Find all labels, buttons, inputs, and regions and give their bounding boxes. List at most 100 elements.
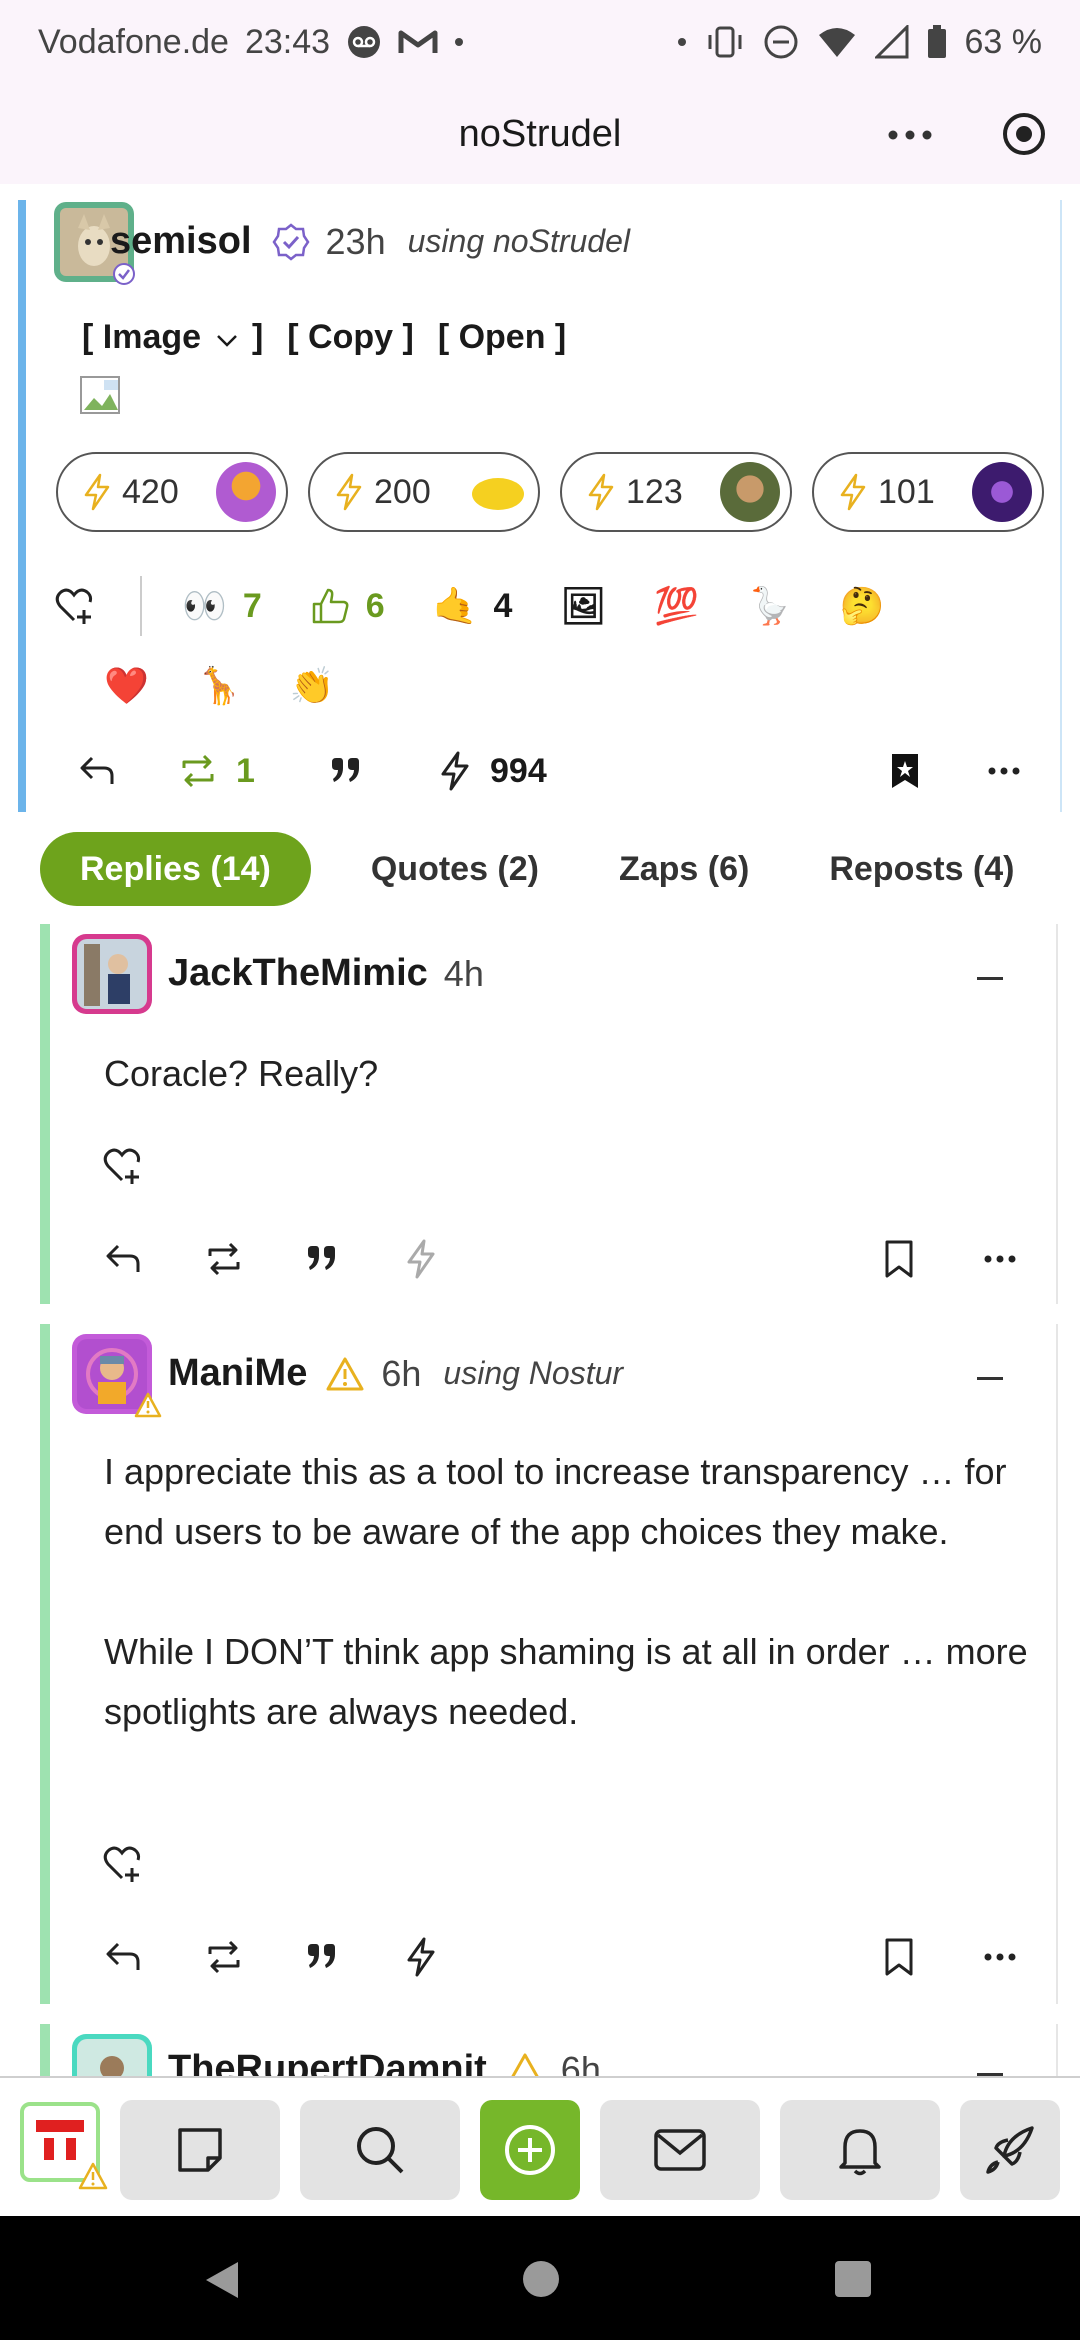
reaction-giraffe[interactable]: 🦒 [197,665,242,707]
reply-button[interactable] [104,1922,204,1992]
verified-badge-icon [112,262,136,286]
zap-pill[interactable]: 123 [560,452,792,532]
rocket-icon [986,2126,1034,2174]
reply-icon [106,1244,140,1272]
nav-new-post-button[interactable] [480,2100,580,2200]
back-triangle-icon [206,2262,238,2298]
heart-plus-icon [55,588,93,624]
zapper-avatar [468,462,528,522]
system-home-button[interactable] [522,2260,560,2303]
collapse-button[interactable] [970,2054,1010,2076]
reply-author-avatar[interactable] [72,934,152,1014]
reaction-clap[interactable]: 👏 [290,665,335,707]
carrier-label: Vodafone.de [38,22,229,61]
bookmark-button[interactable] [884,1922,984,1992]
home-circle-icon [523,2261,559,2297]
zap-pill[interactable]: 420 [56,452,288,532]
bell-icon [839,2129,881,2176]
repost-button[interactable] [204,1922,304,1992]
reply-author-name[interactable]: JackTheMimic [168,952,428,995]
reply-paragraph: I appreciate this as a tool to increase … [104,1451,1007,1552]
reaction-thinking[interactable]: 🤔 [840,585,885,627]
plus-circle-icon [505,2125,555,2175]
heart-plus-icon [103,1148,141,1184]
quote-button[interactable] [328,736,438,806]
heart-plus-icon [103,1846,141,1882]
more-menu-button[interactable] [880,110,940,160]
collapse-button[interactable] [970,1358,1010,1398]
reply-button[interactable] [104,1224,204,1294]
copy-link[interactable]: [ Copy ] [287,318,414,357]
lightning-icon [407,1937,435,1977]
tab-zaps[interactable]: Zaps (6) [579,832,789,906]
reply-button[interactable] [78,736,178,806]
quote-icon [308,1246,335,1270]
nav-search-button[interactable] [300,2100,460,2200]
post-more-button[interactable] [988,736,1068,806]
open-link[interactable]: [ Open ] [438,318,566,357]
broken-image-icon[interactable] [80,376,122,416]
image-dropdown-link[interactable]: [ Image ] [82,318,263,357]
reply-time[interactable]: 6h [381,1353,421,1395]
reply-more-button[interactable] [984,1224,1054,1294]
reaction-goose[interactable]: 🪿 [747,585,792,627]
more-horizontal-icon [988,767,1020,775]
nav-messages-button[interactable] [600,2100,760,2200]
bookmark-button[interactable] [884,1224,984,1294]
lightning-icon [407,1239,435,1279]
reply-header: JackTheMimic 4h [168,952,484,995]
tab-reposts[interactable]: Reposts (4) [789,832,1054,906]
voicemail-icon [346,24,382,60]
lightning-icon [84,473,110,511]
reply-time[interactable]: 6h [561,2049,601,2077]
repost-button[interactable] [204,1224,304,1294]
collapse-button[interactable] [970,958,1010,998]
reaction-call-me[interactable]: 🤙 4 [433,585,513,627]
zap-button[interactable] [404,1922,504,1992]
reaction-hundred[interactable]: 💯 [654,585,699,627]
repost-button[interactable]: 1 [178,736,328,806]
target-button[interactable] [994,104,1054,164]
tab-replies[interactable]: Replies (14) [40,832,311,906]
reply-author-avatar[interactable] [72,2034,152,2076]
bookmark-button[interactable] [888,736,988,806]
reply-author-name[interactable]: ManiMe [168,1352,307,1395]
post-header: semisol 23h using noStrudel [110,220,630,263]
bookmark-icon [885,1240,913,1278]
add-reaction-button[interactable] [54,586,116,626]
quote-button[interactable] [304,1922,404,1992]
reply-author-name[interactable]: TheRupertDamnit [168,2048,487,2076]
tab-quotes[interactable]: Quotes (2) [331,832,579,906]
lightning-icon [588,473,614,511]
post-time[interactable]: 23h [326,221,386,263]
reaction-heart[interactable]: ❤️ [104,665,149,707]
reply-more-button[interactable] [984,1922,1054,1992]
system-back-button[interactable] [204,2260,242,2305]
nav-launchpad-button[interactable] [960,2100,1060,2200]
reaction-eyes[interactable]: 👀 7 [182,585,262,627]
lightning-icon [441,751,469,791]
reaction-custom-image[interactable]: 🖼 [560,585,606,627]
zap-pill[interactable]: 200 [308,452,540,532]
reaction-thumbs-up[interactable]: 6 [310,586,385,626]
add-reaction-button[interactable] [102,1146,144,1191]
author-name[interactable]: semisol [110,220,252,263]
reply-time[interactable]: 4h [444,953,484,995]
system-recents-button[interactable] [834,2260,872,2303]
main-post: semisol 23h using noStrudel [ Image ] [ … [18,200,1062,812]
dot-icon [677,37,687,47]
nav-notifications-button[interactable] [780,2100,940,2200]
thumbs-up-icon [312,588,349,624]
dot-icon [454,37,464,47]
gmail-icon [398,27,438,57]
add-reaction-button[interactable] [102,1844,144,1889]
zap-pill[interactable]: 101 [812,452,1044,532]
chevron-down-icon [216,335,237,347]
reply-actions [104,1224,1054,1294]
nav-notes-button[interactable] [120,2100,280,2200]
zap-button[interactable]: 994 [438,736,638,806]
thread-tabs: Replies (14) Quotes (2) Zaps (6) Reposts… [40,832,1080,906]
warning-icon [505,2052,545,2076]
quote-button[interactable] [304,1224,404,1294]
do-not-disturb-icon [763,24,799,60]
